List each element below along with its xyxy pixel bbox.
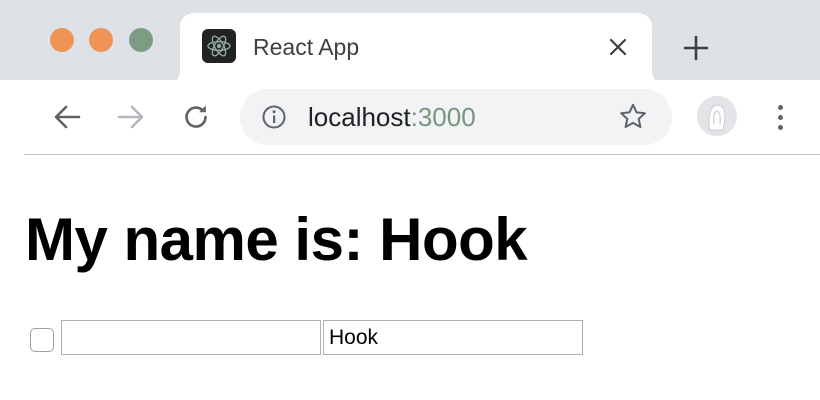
tab-title: React App xyxy=(253,34,360,60)
more-menu-icon[interactable] xyxy=(766,100,794,134)
browser-tab[interactable]: React App xyxy=(166,13,666,85)
bookmark-star-icon[interactable] xyxy=(618,102,648,132)
checkbox[interactable] xyxy=(30,328,54,352)
page-heading: My name is: Hook xyxy=(25,206,528,273)
second-text-input[interactable] xyxy=(323,320,583,355)
first-text-input[interactable] xyxy=(61,320,321,355)
reload-icon[interactable] xyxy=(179,100,213,134)
window-zoom-button[interactable] xyxy=(129,28,153,52)
window-minimize-button[interactable] xyxy=(89,28,113,52)
new-tab-plus-icon[interactable] xyxy=(680,32,712,64)
url-port: :3000 xyxy=(410,102,476,132)
url-text: localhost:3000 xyxy=(308,102,476,133)
site-info-icon[interactable] xyxy=(260,103,288,131)
window-close-button[interactable] xyxy=(50,28,74,52)
back-arrow-icon[interactable] xyxy=(50,100,84,134)
url-host: localhost xyxy=(308,102,411,132)
react-logo-icon xyxy=(202,29,236,63)
profile-avatar[interactable] xyxy=(697,96,737,136)
page-content: My name is: Hook xyxy=(0,155,820,400)
tab-strip: React App xyxy=(0,0,820,85)
browser-toolbar: localhost:3000 xyxy=(0,80,820,154)
forward-arrow-icon[interactable] xyxy=(114,100,148,134)
close-tab-icon[interactable] xyxy=(605,34,631,60)
address-bar[interactable]: localhost:3000 xyxy=(240,89,672,145)
